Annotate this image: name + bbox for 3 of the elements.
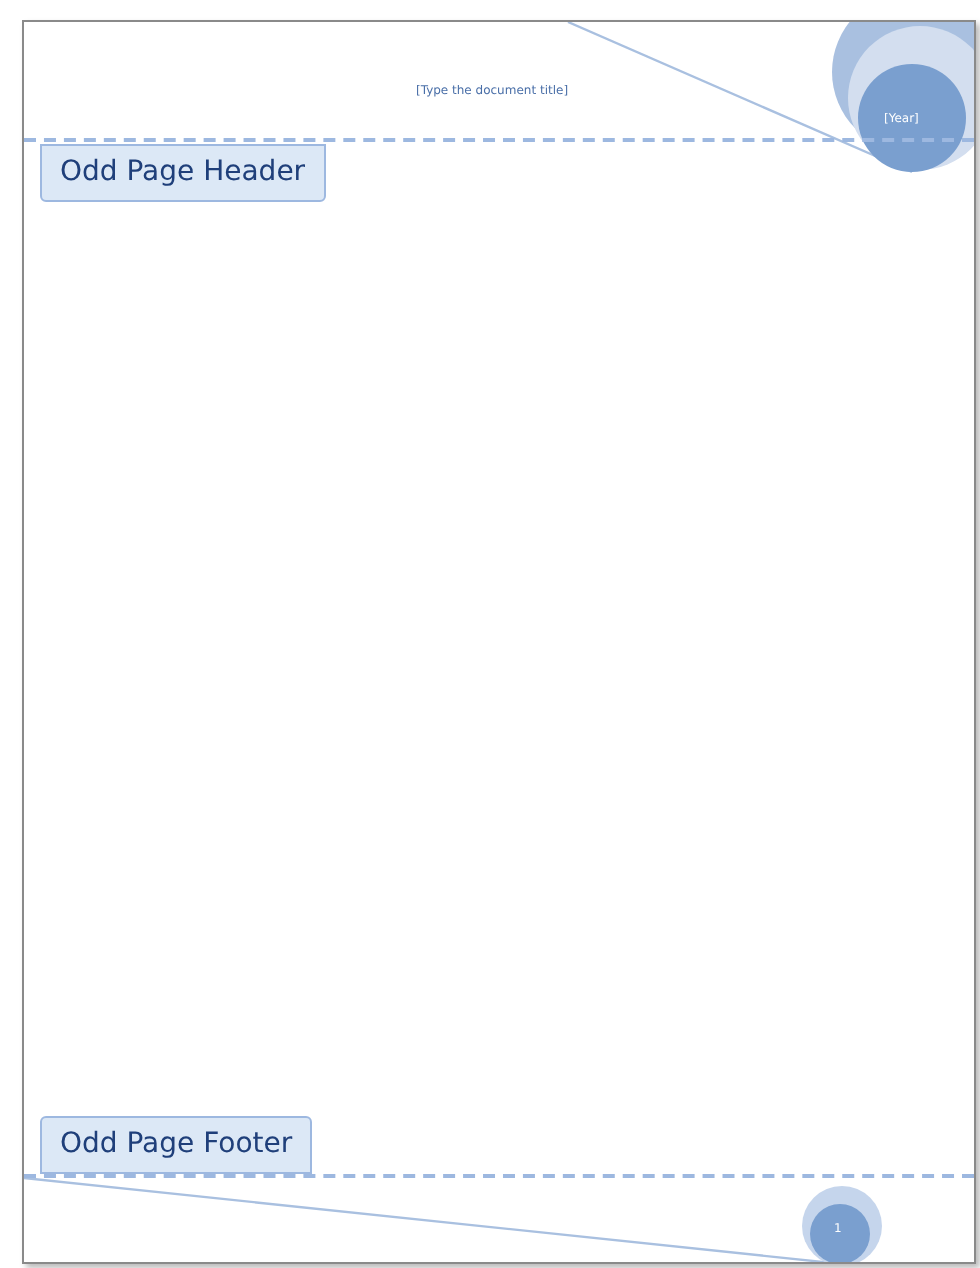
- footer-circles-drawing: [802, 1186, 882, 1262]
- header-label: Odd Page Header: [40, 144, 326, 202]
- footer-label: Odd Page Footer: [40, 1116, 313, 1174]
